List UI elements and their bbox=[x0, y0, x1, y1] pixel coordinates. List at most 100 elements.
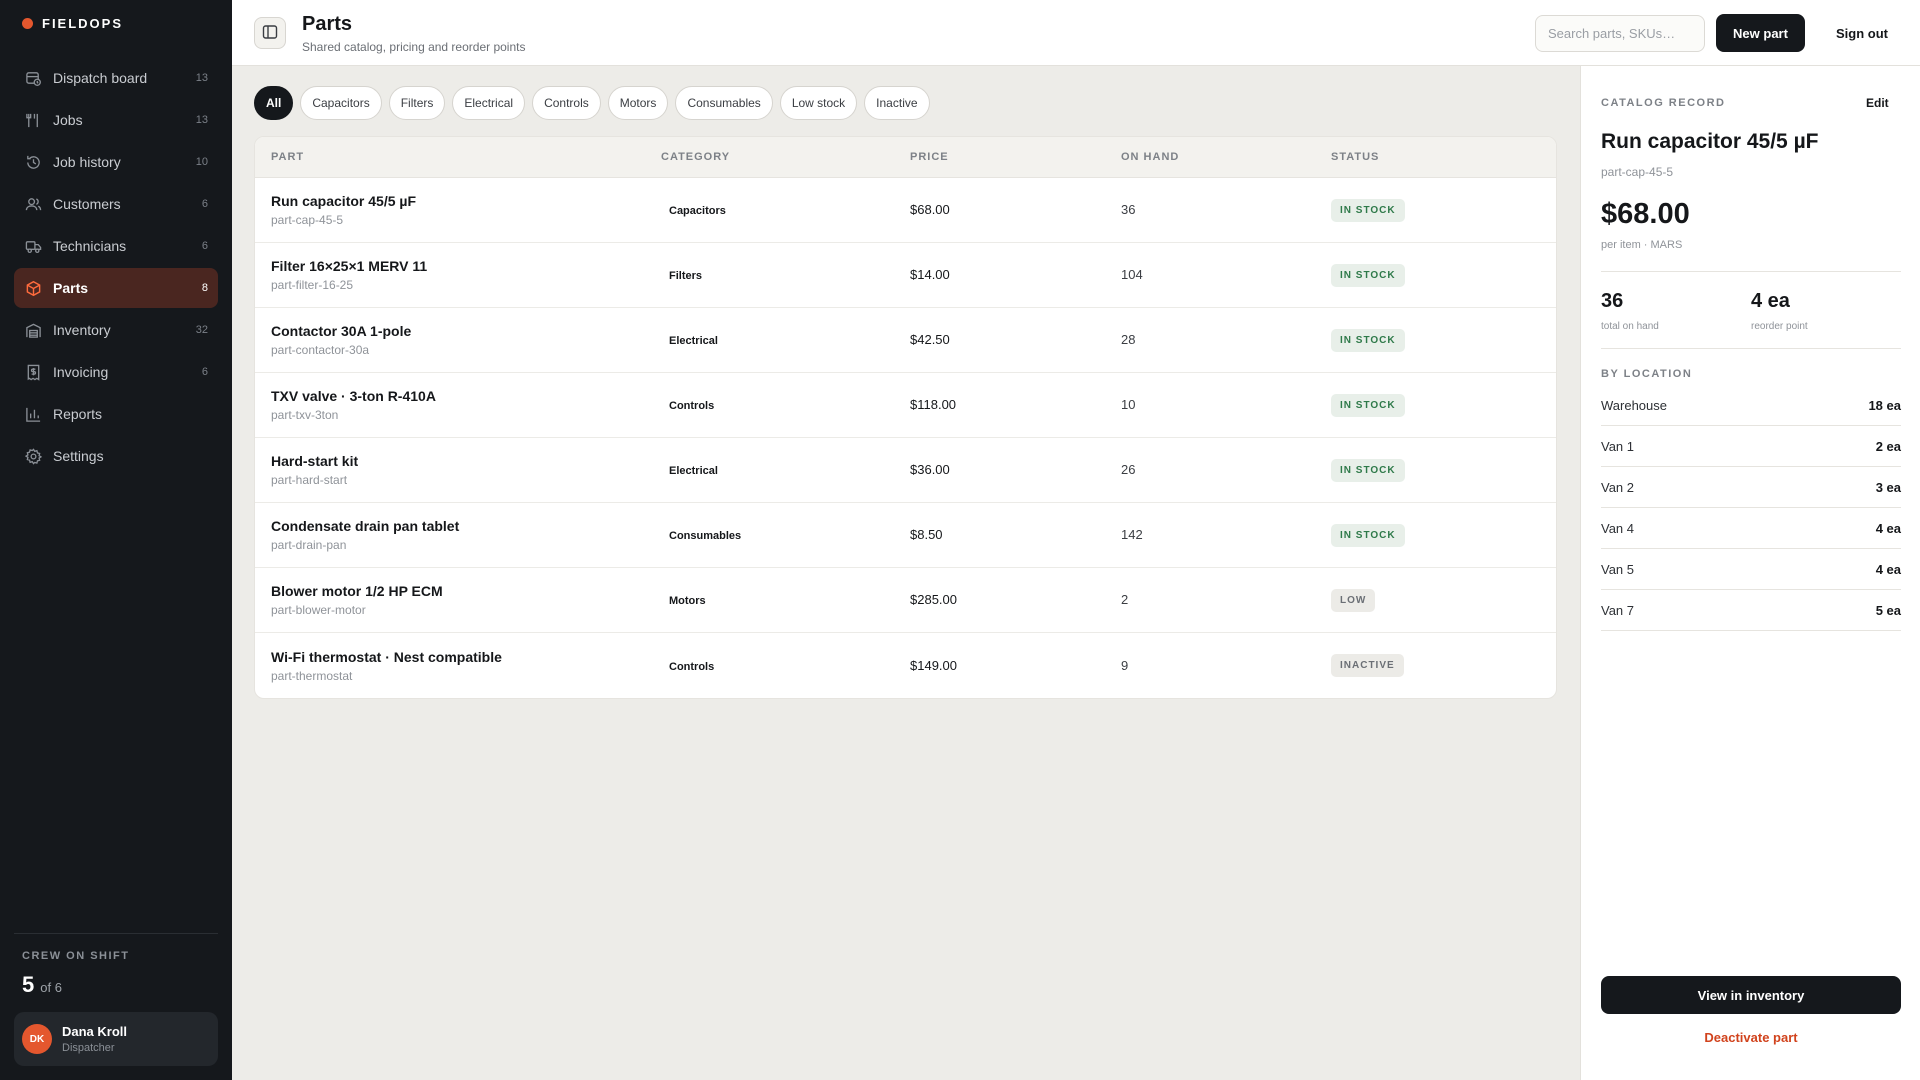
stat-total-on-hand-label: total on hand bbox=[1601, 321, 1659, 332]
table-row[interactable]: Condensate drain pan tablet part-drain-pa… bbox=[255, 503, 1556, 568]
user-card[interactable]: DK Dana Kroll Dispatcher bbox=[14, 1012, 218, 1066]
location-qty: 5 ea bbox=[1875, 602, 1901, 618]
category-text: Electrical bbox=[669, 465, 718, 477]
sidebar-item-customers[interactable]: Customers 6 bbox=[14, 184, 218, 224]
sidebar-item-count: 10 bbox=[195, 156, 208, 168]
column-header-price[interactable]: PRICE bbox=[910, 151, 1121, 163]
on-hand-text: 10 bbox=[1121, 397, 1136, 412]
column-header-part[interactable]: PART bbox=[255, 151, 661, 163]
sidebar-item-settings[interactable]: Settings bbox=[14, 436, 218, 476]
on-hand-text: 28 bbox=[1121, 332, 1136, 347]
cell-on-hand: 2 bbox=[1121, 591, 1331, 609]
filter-chip-controls[interactable]: Controls bbox=[532, 86, 601, 120]
status-badge: LOW bbox=[1331, 588, 1376, 612]
sidebar: FIELDOPS Dispatch board 13 Jobs 13 Job histo… bbox=[0, 0, 232, 1080]
part-name: Contactor 30A 1-pole bbox=[271, 323, 412, 339]
table-row[interactable]: Run capacitor 45/5 µF part-cap-45-5 Capaci… bbox=[255, 178, 1556, 243]
cell-category: Electrical bbox=[661, 331, 910, 349]
sidebar-item-count: 32 bbox=[195, 324, 208, 336]
part-name: TXV valve · 3-ton R-410A bbox=[271, 388, 436, 404]
box-icon bbox=[24, 279, 42, 297]
location-row: Van 7 5 ea bbox=[1601, 590, 1901, 631]
filter-chip-all[interactable]: All bbox=[254, 86, 294, 120]
price-text: $68.00 bbox=[910, 202, 950, 217]
filter-chip-filters[interactable]: Filters bbox=[388, 86, 446, 120]
detail-panel: CATALOG RECORD Edit Run capacitor 45/5 µ… bbox=[1580, 66, 1920, 1080]
filter-chip-capacitors[interactable]: Capacitors bbox=[300, 86, 382, 120]
price-text: $149.00 bbox=[910, 657, 957, 673]
part-name: Hard-start kit bbox=[271, 453, 359, 469]
location-name: Van 2 bbox=[1601, 479, 1635, 495]
cell-part: Wi-Fi thermostat · Nest compatible part-t… bbox=[255, 649, 661, 683]
users-icon bbox=[24, 195, 42, 213]
cell-price: $149.00 bbox=[910, 657, 1121, 675]
table-row[interactable]: Filter 16×25×1 MERV 11 part-filter-16-25 F… bbox=[255, 243, 1556, 308]
cell-on-hand: 104 bbox=[1121, 266, 1331, 284]
filter-chip-consumables[interactable]: Consumables bbox=[675, 86, 773, 120]
cell-status: IN STOCK bbox=[1331, 198, 1556, 222]
detail-divider bbox=[1601, 348, 1901, 349]
location-row: Van 5 4 ea bbox=[1601, 549, 1901, 590]
deactivate-part-button[interactable]: Deactivate part bbox=[1601, 1021, 1901, 1053]
sidebar-item-parts[interactable]: Parts 8 bbox=[14, 268, 218, 308]
filter-chip-electrical[interactable]: Electrical bbox=[452, 86, 526, 120]
brand[interactable]: FIELDOPS bbox=[22, 16, 123, 31]
location-list: Warehouse 18 ea Van 1 2 ea Van 2 3 ea Van 4 4 e… bbox=[1601, 385, 1901, 631]
sidebar-item-invoicing[interactable]: Invoicing 6 bbox=[14, 352, 218, 392]
table-row[interactable]: Contactor 30A 1-pole part-contactor-30a El… bbox=[255, 308, 1556, 373]
category-text: Controls bbox=[669, 400, 715, 412]
sidebar-item-jobs[interactable]: Jobs 13 bbox=[14, 100, 218, 140]
sidebar-item-count: 6 bbox=[201, 366, 208, 378]
search-input[interactable] bbox=[1535, 15, 1705, 52]
location-qty: 3 ea bbox=[1875, 479, 1901, 495]
location-qty: 4 ea bbox=[1875, 520, 1901, 536]
price-text: $285.00 bbox=[910, 592, 957, 607]
column-header-category[interactable]: CATEGORY bbox=[661, 151, 910, 163]
cell-price: $42.50 bbox=[910, 331, 1121, 349]
crew-divider bbox=[14, 933, 218, 934]
filter-chip-inactive[interactable]: Inactive bbox=[864, 86, 930, 120]
column-header-on-hand[interactable]: ON HAND bbox=[1121, 151, 1331, 163]
sidebar-item-count: 8 bbox=[201, 282, 208, 294]
sidebar-item-label: Reports bbox=[53, 406, 103, 422]
table-row[interactable]: TXV valve · 3-ton R-410A part-txv-3ton Con… bbox=[255, 373, 1556, 438]
sidebar-item-label: Job history bbox=[53, 154, 121, 170]
stat-total-on-hand-value: 36 bbox=[1601, 290, 1624, 312]
column-header-status[interactable]: STATUS bbox=[1331, 151, 1556, 163]
cell-category: Filters bbox=[661, 266, 910, 284]
view-in-inventory-button[interactable]: View in inventory bbox=[1601, 976, 1901, 1014]
sidebar-item-dispatch-board[interactable]: Dispatch board 13 bbox=[14, 58, 218, 98]
sign-out-button[interactable]: Sign out bbox=[1822, 14, 1902, 52]
sidebar-item-technicians[interactable]: Technicians 6 bbox=[14, 226, 218, 266]
by-location-label: BY LOCATION bbox=[1601, 368, 1693, 380]
sidebar-toggle-button[interactable] bbox=[254, 17, 286, 49]
sidebar-item-job-history[interactable]: Job history 10 bbox=[14, 142, 218, 182]
sidebar-item-count: 13 bbox=[195, 72, 208, 84]
category-text: Capacitors bbox=[669, 205, 726, 217]
part-sku: part-thermostat bbox=[271, 668, 353, 683]
price-text: $42.50 bbox=[910, 332, 950, 347]
on-hand-text: 104 bbox=[1121, 267, 1143, 282]
status-badge: INACTIVE bbox=[1331, 654, 1404, 677]
table-row[interactable]: Wi-Fi thermostat · Nest compatible part-t… bbox=[255, 633, 1556, 698]
table-row[interactable]: Hard-start kit part-hard-start Electrical $… bbox=[255, 438, 1556, 503]
parts-table: PART CATEGORY PRICE ON HAND STATUS Run c… bbox=[254, 136, 1557, 699]
part-sku: part-contactor-30a bbox=[271, 343, 370, 357]
edit-button[interactable]: Edit bbox=[1866, 96, 1889, 110]
crew-count-total: of 6 bbox=[40, 980, 62, 995]
user-name: Dana Kroll bbox=[62, 1024, 128, 1039]
filter-chip-low-stock[interactable]: Low stock bbox=[779, 86, 858, 120]
cell-on-hand: 9 bbox=[1121, 657, 1331, 675]
sidebar-item-count: 6 bbox=[201, 240, 208, 252]
cell-part: Blower motor 1/2 HP ECM part-blower-motor bbox=[255, 583, 661, 617]
new-part-button[interactable]: New part bbox=[1716, 14, 1805, 52]
location-qty: 2 ea bbox=[1875, 438, 1901, 454]
cell-status: INACTIVE bbox=[1331, 654, 1556, 677]
sidebar-item-reports[interactable]: Reports bbox=[14, 394, 218, 434]
filter-chip-motors[interactable]: Motors bbox=[607, 86, 669, 120]
cell-category: Electrical bbox=[661, 461, 910, 479]
crew-count-value: 5 bbox=[22, 972, 35, 997]
sidebar-item-inventory[interactable]: Inventory 32 bbox=[14, 310, 218, 350]
cell-price: $68.00 bbox=[910, 201, 1121, 219]
table-row[interactable]: Blower motor 1/2 HP ECM part-blower-motor… bbox=[255, 568, 1556, 633]
